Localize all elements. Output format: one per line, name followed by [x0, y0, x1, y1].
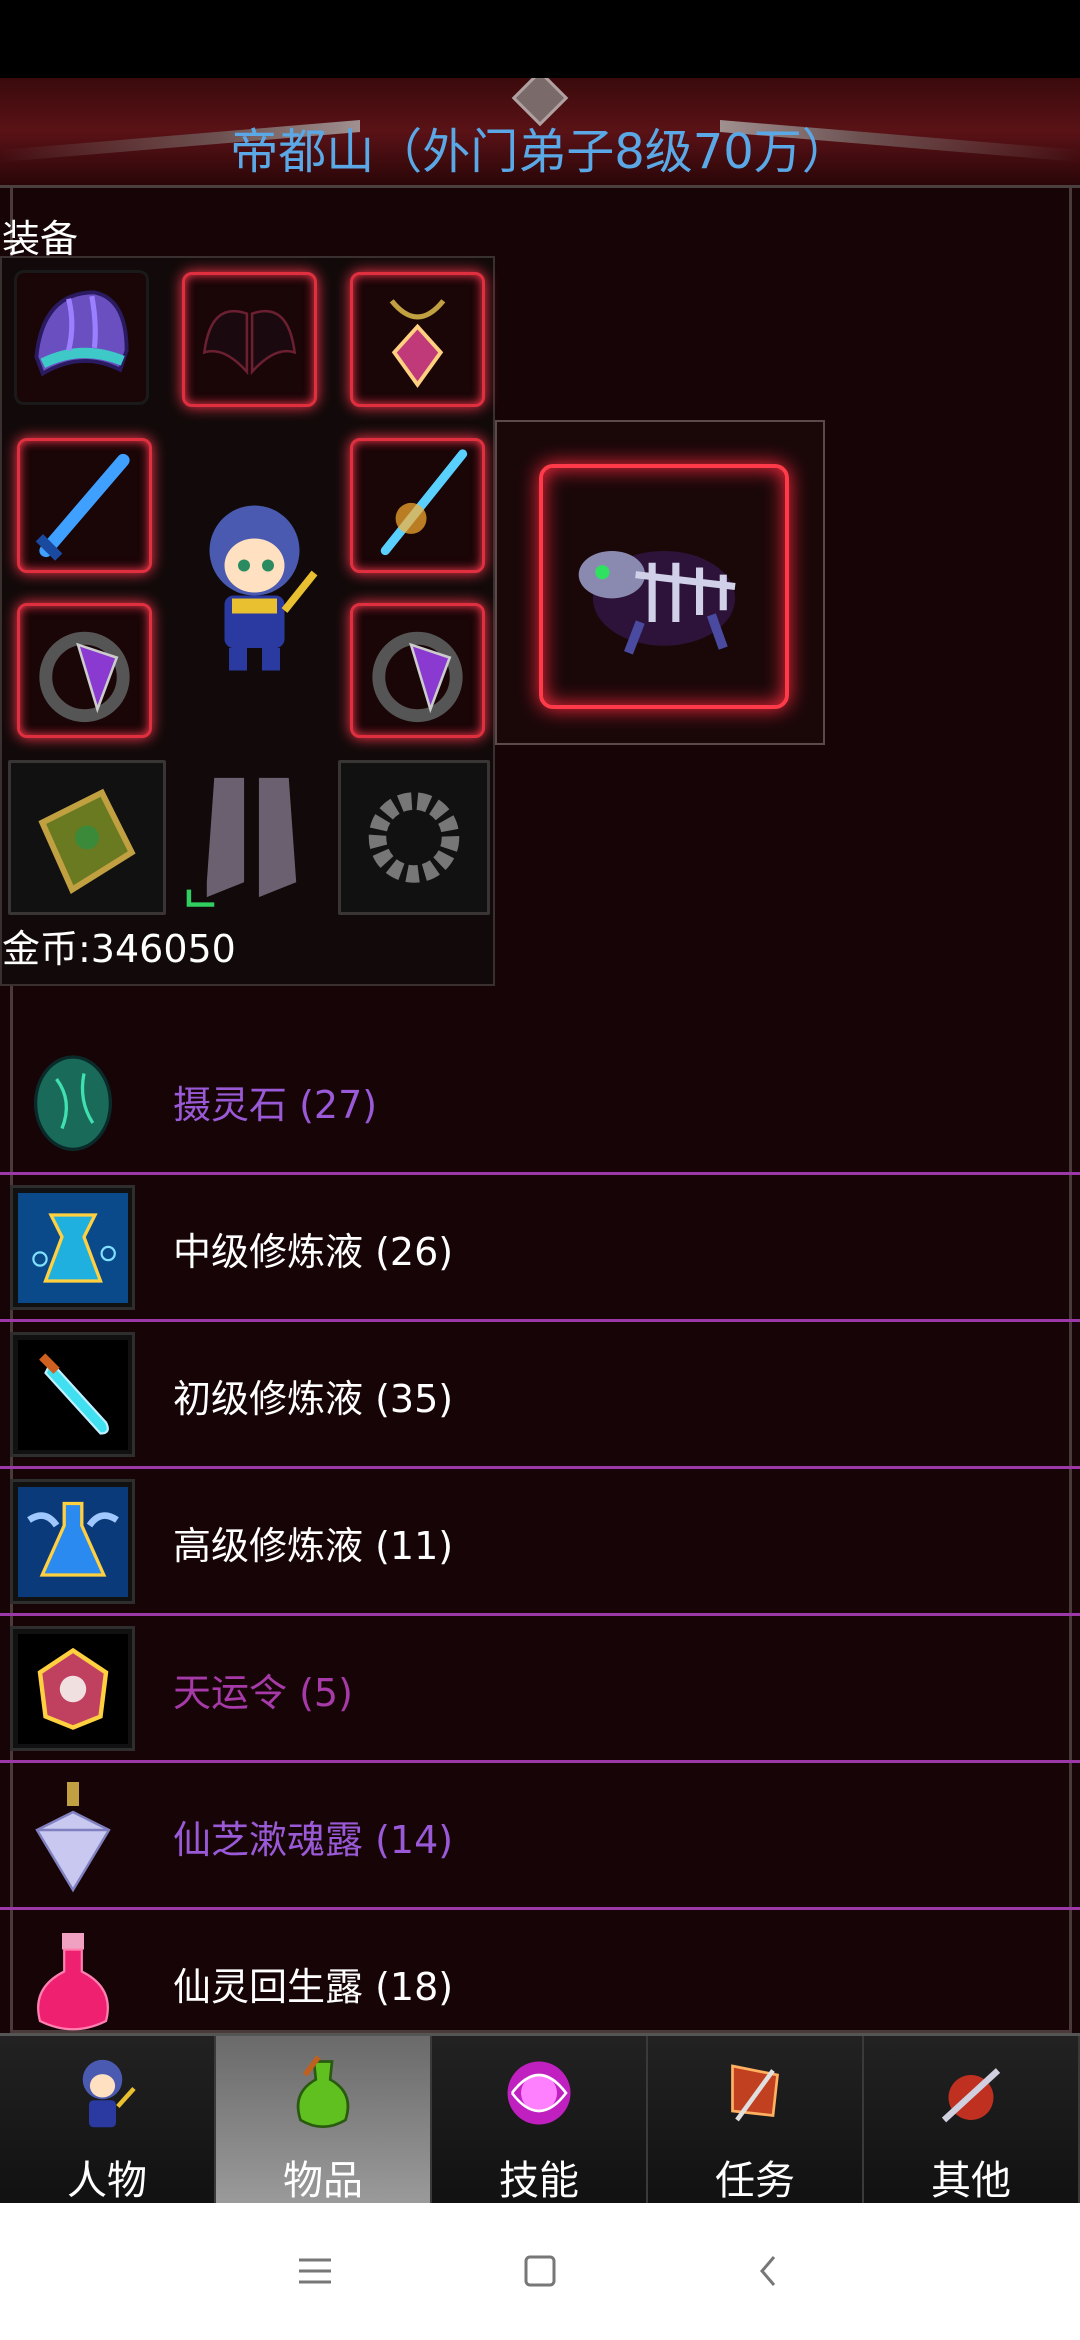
item-name: 摄灵石 (27)	[173, 1083, 378, 1127]
pink-potion-icon	[36, 1933, 109, 2031]
blue-flask-icon	[17, 1192, 128, 1303]
status-bar	[0, 0, 1080, 78]
item-icon	[10, 1185, 135, 1310]
tab-character[interactable]: 人物	[0, 2036, 216, 2204]
accessory-slot[interactable]	[338, 760, 490, 915]
gold-amount: 金币:346050	[2, 927, 236, 971]
tab-label: 其他	[931, 2158, 1011, 2204]
character-icon	[209, 505, 318, 671]
helmet-icon	[34, 290, 129, 377]
pet-frame	[539, 464, 789, 709]
bead-bracelet-icon	[368, 792, 460, 883]
weapon-right-slot[interactable]	[350, 438, 485, 573]
tab-quests[interactable]: 任务	[648, 2036, 864, 2204]
necklace-icon	[389, 299, 446, 388]
item-icon	[10, 1038, 135, 1163]
potion-bag-icon	[296, 2055, 350, 2129]
menu-icon[interactable]	[285, 2241, 345, 2301]
skeleton-beast-icon	[578, 550, 736, 655]
spear-icon	[380, 449, 468, 556]
boots-slot[interactable]	[174, 760, 329, 915]
tab-label: 物品	[283, 2158, 363, 2204]
item-row-basic-elixir[interactable]: 初级修炼液 (35)	[0, 1322, 1080, 1469]
item-icon	[10, 1773, 135, 1898]
back-icon[interactable]	[738, 2241, 798, 2301]
character-avatar	[187, 488, 337, 688]
crystal-bottle-icon	[34, 1781, 111, 1892]
tab-label: 任务	[715, 2158, 795, 2204]
bracer-icon	[38, 788, 136, 894]
tab-items[interactable]: 物品	[216, 2036, 432, 2204]
ring-right-slot[interactable]	[350, 603, 485, 738]
wings-slot[interactable]	[182, 272, 317, 407]
tab-label: 技能	[499, 2158, 579, 2204]
tab-other[interactable]: 其他	[864, 2036, 1080, 2204]
game-screen: 帝都山（外门弟子8级70万） 装备 金币:346050 摄灵石 (27) 中级修…	[0, 78, 1080, 2033]
equipment-panel	[0, 256, 495, 986]
character-icon	[82, 2059, 136, 2128]
item-icon	[10, 1920, 135, 2033]
tab-skills[interactable]: 技能	[432, 2036, 648, 2204]
item-row-mid-elixir[interactable]: 中级修炼液 (26)	[0, 1175, 1080, 1322]
home-glyph	[524, 2255, 556, 2287]
home-icon[interactable]	[510, 2241, 570, 2301]
bottom-tab-bar: 人物 物品 技能 任务 其他	[0, 2033, 1080, 2204]
bracer-slot[interactable]	[8, 760, 166, 915]
ring-icon	[39, 631, 130, 723]
item-name: 初级修炼液 (35)	[173, 1377, 454, 1421]
item-row-revival-dew[interactable]: 仙灵回生露 (18)	[0, 1910, 1080, 2033]
token-icon	[17, 1633, 128, 1744]
menu-glyph	[299, 2258, 331, 2284]
pet-slot[interactable]	[495, 420, 825, 745]
item-row-capture-stone[interactable]: 摄灵石 (27)	[0, 1028, 1080, 1175]
quest-flag-icon	[731, 2064, 779, 2122]
weapon-left-slot[interactable]	[17, 438, 152, 573]
wings-icon	[202, 309, 297, 376]
item-row-high-elixir[interactable]: 高级修炼液 (11)	[0, 1469, 1080, 1616]
winged-potion-icon	[17, 1486, 128, 1597]
necklace-slot[interactable]	[350, 272, 485, 407]
item-name: 天运令 (5)	[173, 1671, 353, 1715]
page-title: 帝都山（外门弟子8级70万）	[230, 124, 850, 180]
green-egg-icon	[33, 1054, 112, 1151]
item-icon	[10, 1479, 135, 1604]
sword-emblem-icon	[941, 2068, 1001, 2123]
item-row-fortune-token[interactable]: 天运令 (5)	[0, 1616, 1080, 1763]
ring-left-slot[interactable]	[17, 603, 152, 738]
back-glyph	[760, 2256, 776, 2286]
item-name: 高级修炼液 (11)	[173, 1524, 454, 1568]
test-tube-icon	[17, 1339, 128, 1450]
item-name: 中级修炼液 (26)	[173, 1230, 454, 1274]
item-icon	[10, 1626, 135, 1751]
tab-label: 人物	[67, 2158, 147, 2204]
item-icon	[10, 1332, 135, 1457]
item-name: 仙芝漱魂露 (14)	[173, 1818, 454, 1862]
ring-icon	[372, 631, 463, 723]
system-nav-bar	[0, 2203, 1080, 2340]
item-row-soul-dew[interactable]: 仙芝漱魂露 (14)	[0, 1763, 1080, 1910]
boots-icon	[186, 777, 297, 907]
equipment-label: 装备	[2, 217, 79, 261]
item-name: 仙灵回生露 (18)	[173, 1965, 454, 2009]
sword-icon	[35, 453, 130, 561]
helmet-slot[interactable]	[14, 270, 149, 405]
header-banner: 帝都山（外门弟子8级70万）	[0, 78, 1080, 188]
skill-orb-icon	[507, 2061, 571, 2125]
